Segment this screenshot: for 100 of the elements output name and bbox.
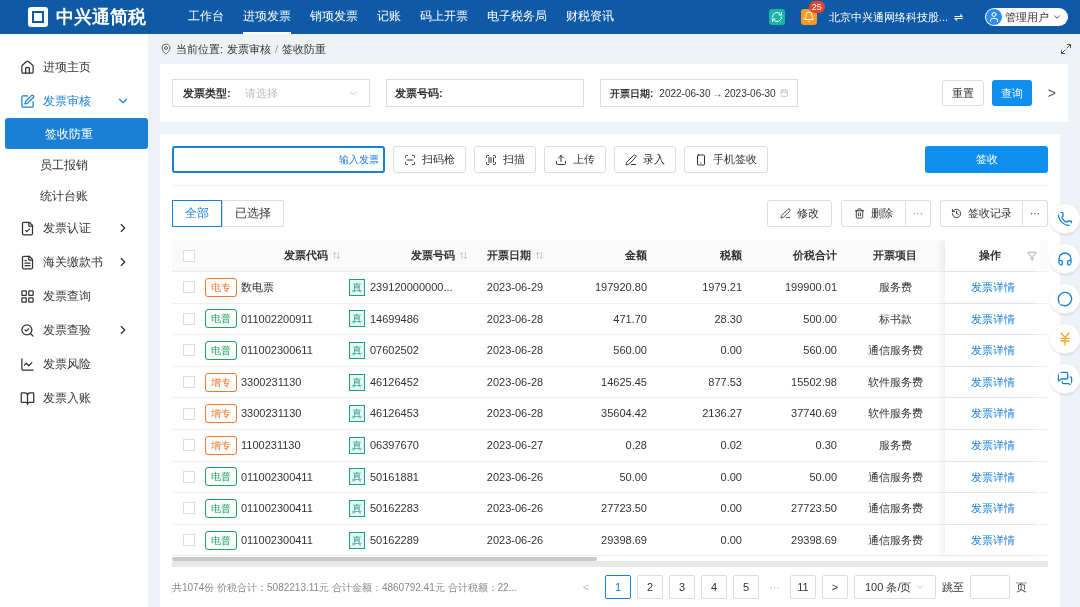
- row-checkbox[interactable]: [182, 281, 195, 294]
- switch-icon[interactable]: ⇌: [954, 8, 963, 26]
- verified-tag: 真: [349, 278, 365, 296]
- table-cell-text: 数电票: [241, 280, 274, 296]
- detail-link[interactable]: 发票详情: [970, 310, 1015, 328]
- caret-icon: [1052, 12, 1062, 22]
- sidebar-item[interactable]: 发票查询: [0, 279, 148, 313]
- bell-icon[interactable]: [800, 9, 817, 25]
- page-button[interactable]: 2: [637, 575, 663, 599]
- pen-icon: [780, 207, 791, 219]
- detail-link[interactable]: 发票详情: [970, 437, 1015, 454]
- detail-link[interactable]: 发票详情: [970, 405, 1015, 422]
- page-button[interactable]: 11: [790, 575, 816, 599]
- breadcrumb-link[interactable]: 发票审核: [227, 40, 272, 58]
- detail-link[interactable]: 发票详情: [970, 468, 1015, 486]
- sidebar-item[interactable]: 海关缴款书: [0, 245, 148, 279]
- row-checkbox[interactable]: [182, 439, 195, 452]
- reset-button[interactable]: 重置: [941, 80, 984, 106]
- invoice-number-field[interactable]: 发票号码:: [386, 79, 584, 107]
- nav-tab[interactable]: 财税资讯: [566, 0, 614, 34]
- table-cell-text: 011002300411: [241, 469, 313, 485]
- view-tab[interactable]: 全部: [172, 199, 222, 227]
- filter-icon[interactable]: [1026, 250, 1037, 261]
- chart-icon: [20, 356, 35, 372]
- table-cell-text: 标书款: [878, 311, 912, 327]
- delete-button[interactable]: 删除: [841, 199, 906, 227]
- sidebar-item[interactable]: 发票查验: [0, 313, 148, 347]
- detail-link[interactable]: 发票详情: [970, 500, 1015, 517]
- more-button[interactable]: ···: [1023, 199, 1048, 227]
- nav-tab[interactable]: 码上开票: [420, 0, 468, 34]
- sidebar-item[interactable]: 发票风险: [0, 347, 148, 381]
- nav-tab[interactable]: 销项发票: [310, 0, 358, 34]
- page-button[interactable]: 5: [733, 575, 759, 599]
- edit-button[interactable]: 修改: [767, 199, 832, 227]
- refresh-icon[interactable]: [768, 9, 785, 25]
- invoice-type-tag: 电普: [205, 309, 237, 329]
- breadcrumb-label: 当前位置:: [176, 41, 224, 57]
- detail-link[interactable]: 发票详情: [970, 342, 1015, 359]
- page-size-select[interactable]: 100 条/页: [854, 575, 937, 599]
- toolbar-button[interactable]: 手机签收: [684, 146, 768, 173]
- table-cell-text: 2023-06-27: [486, 438, 544, 453]
- table-cell-text: 06397670: [370, 438, 419, 453]
- invoice-type-tag: 电普: [205, 498, 237, 518]
- toolbar-button[interactable]: 上传: [544, 146, 606, 173]
- more-button[interactable]: ···: [906, 199, 931, 227]
- verified-tag: 真: [349, 436, 365, 454]
- page-button[interactable]: 4: [701, 575, 727, 599]
- row-checkbox[interactable]: [182, 470, 195, 483]
- view-tab[interactable]: 已选择: [222, 199, 284, 227]
- table-cell-text: 0.00: [720, 469, 742, 485]
- phone-icon[interactable]: [1050, 204, 1080, 234]
- sort-icon[interactable]: [332, 251, 341, 260]
- next-page-button[interactable]: >: [822, 575, 848, 599]
- company-name[interactable]: 北京中兴通网络科技股...: [828, 8, 948, 26]
- fullscreen-icon[interactable]: [1060, 43, 1072, 55]
- date-range-field[interactable]: 开票日期: 2022-06-30 → 2023-06-30: [600, 79, 798, 107]
- sidebar-subitem[interactable]: 员工报销: [0, 149, 148, 180]
- toolbar-button[interactable]: 录入: [614, 146, 676, 173]
- sidebar-item[interactable]: 进项主页: [0, 50, 148, 84]
- row-checkbox[interactable]: [182, 534, 195, 547]
- nav-tab[interactable]: 电子税务局: [487, 0, 547, 34]
- table-cell-text: 服务费: [878, 438, 912, 453]
- row-checkbox[interactable]: [182, 312, 195, 325]
- invoice-input-field[interactable]: 输入发票: [172, 146, 385, 173]
- user-menu[interactable]: 管理用户: [985, 8, 1068, 26]
- detail-link[interactable]: 发票详情: [970, 279, 1015, 296]
- table-cell-text: 通信服务费: [867, 343, 923, 359]
- pen-icon: [625, 153, 637, 166]
- row-checkbox[interactable]: [182, 407, 195, 420]
- page-button[interactable]: 1: [605, 575, 631, 599]
- nav-tab[interactable]: 工作台: [188, 0, 224, 34]
- invoice-type-tag: 增专: [205, 372, 237, 392]
- chat-icon[interactable]: [1050, 284, 1080, 314]
- page-button[interactable]: 3: [669, 575, 695, 599]
- sidebar-item[interactable]: 发票认证: [0, 211, 148, 245]
- scrollbar-thumb[interactable]: [172, 557, 597, 561]
- detail-link[interactable]: 发票详情: [970, 531, 1015, 549]
- header-checkbox[interactable]: [182, 249, 195, 262]
- yen-icon[interactable]: [1050, 324, 1080, 354]
- nav-tab[interactable]: 进项发票: [243, 0, 291, 34]
- toolbar-button[interactable]: 扫描: [474, 146, 536, 173]
- expand-button[interactable]: >: [1047, 82, 1056, 104]
- sidebar-subitem[interactable]: 签收防重: [5, 118, 148, 149]
- messages-icon[interactable]: [1050, 364, 1080, 394]
- sidebar-item[interactable]: 发票审核: [0, 84, 148, 118]
- page-input-field[interactable]: [970, 575, 1011, 599]
- row-checkbox[interactable]: [182, 502, 195, 515]
- headset-icon[interactable]: [1050, 244, 1080, 274]
- invoice-type-select[interactable]: 发票类型: 请选择: [172, 79, 370, 107]
- history-button[interactable]: 签收记录: [940, 199, 1023, 227]
- sidebar-item[interactable]: 发票入账: [0, 381, 148, 415]
- sort-icon[interactable]: [534, 251, 544, 260]
- row-checkbox[interactable]: [182, 376, 195, 389]
- row-checkbox[interactable]: [182, 344, 195, 357]
- sidebar-subitem[interactable]: 统计台账: [0, 180, 148, 211]
- toolbar-button[interactable]: 扫码枪: [393, 146, 466, 173]
- detail-link[interactable]: 发票详情: [970, 373, 1015, 391]
- sort-icon[interactable]: [459, 251, 468, 260]
- nav-tab[interactable]: 记账: [377, 0, 401, 34]
- column-header: 开票项目: [873, 248, 917, 264]
